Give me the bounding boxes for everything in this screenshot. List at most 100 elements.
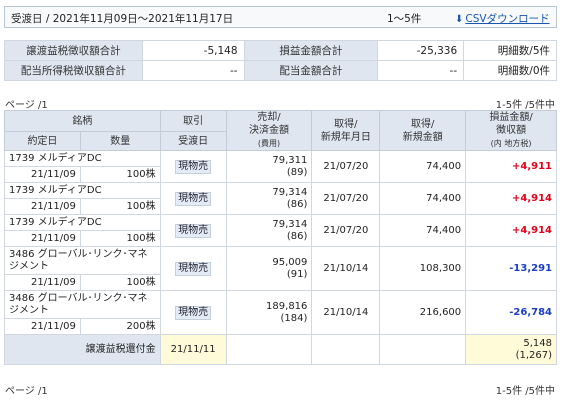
acq-date: 21/10/14 <box>311 290 381 335</box>
period-header: 受渡日 / 2021年11月09日～2021年11月17日 1～5件 ⬇ CSVダ… <box>4 6 557 28</box>
header-row: 銘柄 取引 売却/ 決済金額 (費用) 取得/ 新規年月日 取得/ 新規金額 損益… <box>4 109 557 151</box>
summary-table: 譲渡益税徴収額合計 -5,148 損益金額合計 -25,336 明細数/5件 配… <box>4 40 557 81</box>
col-settle-date[interactable]: 受渡日 <box>159 131 227 151</box>
trade-type: 現物売 <box>159 150 227 183</box>
acq-date: 21/07/20 <box>311 150 381 183</box>
trade-badge: 現物売 <box>175 159 212 174</box>
quantity: 100株 <box>79 274 161 291</box>
pl-amount: -26,784 <box>465 290 557 335</box>
trade-badge: 現物売 <box>175 305 212 320</box>
col-acq-date[interactable]: 取得/ 新規年月日 <box>311 110 381 151</box>
record-count-top: 1-5件 /5件中 <box>495 100 555 111</box>
pl-amount: +4,914 <box>465 214 557 247</box>
sale-cost: (89) <box>286 166 308 178</box>
trade-badge: 現物売 <box>175 223 212 238</box>
table-row: 1739 メルディアDC 現物売 79,311 (89) 21/07/20 74,… <box>4 150 557 183</box>
sale-amount: 95,009 (91) <box>225 246 313 291</box>
col-quantity[interactable]: 数量 <box>79 131 161 151</box>
pl-total-label: 損益金額合計 <box>243 40 379 61</box>
col-sale-amount-note: (費用) <box>257 139 281 148</box>
acq-amount: 108,300 <box>379 246 467 291</box>
detail-count: 明細数/0件 <box>463 60 557 81</box>
sale-amount: 189,816 (184) <box>225 290 313 335</box>
record-count-bottom: 1-5件 /5件中 <box>495 386 555 397</box>
acq-date: 21/07/20 <box>311 182 381 215</box>
pl-amount: -13,291 <box>465 246 557 291</box>
refund-date: 21/11/11 <box>159 334 227 365</box>
col-trade[interactable]: 取引 <box>159 109 227 133</box>
col-pl-note: (内 地方税) <box>490 139 532 148</box>
sale-value: 189,816 <box>266 300 308 312</box>
transactions-table: 銘柄 取引 売却/ 決済金額 (費用) 取得/ 新規年月日 取得/ 新規金額 損益… <box>4 109 557 365</box>
trade-badge: 現物売 <box>175 191 212 206</box>
acq-amount: 74,400 <box>379 182 467 215</box>
refund-amount: 5,148 (1,267) <box>465 334 557 365</box>
summary-row: 配当所得税徴収額合計 -- 配当金額合計 -- 明細数/0件 <box>4 60 557 81</box>
quantity: 100株 <box>79 166 161 183</box>
issue-name[interactable]: 1739 メルディアDC <box>4 150 161 167</box>
dividend-total-value: -- <box>377 60 465 81</box>
sale-amount: 79,314 (86) <box>225 214 313 247</box>
dividend-total-label: 配当金額合計 <box>243 60 379 81</box>
trade-type: 現物売 <box>159 182 227 215</box>
download-arrow-icon: ⬇ <box>455 14 464 25</box>
contract-date: 21/11/09 <box>4 274 81 291</box>
table-row: 3486 グローバル･リンク･マネ ジメント 現物売 95,009 (91) 21… <box>4 246 557 291</box>
contract-date: 21/11/09 <box>4 166 81 183</box>
sale-value: 79,311 <box>272 154 308 166</box>
quantity: 100株 <box>79 230 161 247</box>
empty-cell <box>311 334 381 365</box>
transfer-tax-total-value: -5,148 <box>141 40 245 61</box>
refund-row: 譲渡益税還付金 21/11/11 5,148 (1,267) <box>4 334 557 365</box>
acq-amount: 74,400 <box>379 214 467 247</box>
refund-value: 5,148 <box>523 337 552 349</box>
pl-amount: +4,911 <box>465 150 557 183</box>
dividend-tax-total-value: -- <box>141 60 245 81</box>
sale-amount: 79,314 (86) <box>225 182 313 215</box>
col-sale-amount-label: 売却/ 決済金額 <box>248 112 289 136</box>
period-label: 受渡日 / 2021年11月09日～2021年11月17日 <box>11 13 234 25</box>
trade-type: 現物売 <box>159 246 227 291</box>
empty-cell <box>379 334 467 365</box>
trade-type: 現物売 <box>159 290 227 335</box>
trade-badge: 現物売 <box>175 261 212 276</box>
sale-value: 79,314 <box>272 186 308 198</box>
sale-cost: (184) <box>280 312 308 324</box>
refund-label: 譲渡益税還付金 <box>4 334 161 365</box>
quantity: 200株 <box>79 318 161 335</box>
issue-name[interactable]: 1739 メルディアDC <box>4 214 161 231</box>
issue-name[interactable]: 3486 グローバル･リンク･マネ ジメント <box>4 246 161 275</box>
sale-cost: (91) <box>286 268 308 280</box>
col-contract-date[interactable]: 約定日 <box>4 131 81 151</box>
sale-amount: 79,311 (89) <box>225 150 313 183</box>
table-row: 3486 グローバル･リンク･マネ ジメント 現物売 189,816 (184) … <box>4 290 557 335</box>
page-indicator-top: ページ /1 <box>5 100 48 111</box>
empty-cell <box>225 334 313 365</box>
col-pl[interactable]: 損益金額/ 徴収額 (内 地方税) <box>465 110 557 151</box>
acq-date: 21/10/14 <box>311 246 381 291</box>
sale-value: 79,314 <box>272 218 308 230</box>
table-row: 1739 メルディアDC 現物売 79,314 (86) 21/07/20 74,… <box>4 182 557 215</box>
acq-amount: 216,600 <box>379 290 467 335</box>
csv-download-label: CSVダウンロード <box>465 13 550 25</box>
contract-date: 21/11/09 <box>4 198 81 215</box>
issue-name[interactable]: 1739 メルディアDC <box>4 182 161 199</box>
pl-total-value: -25,336 <box>377 40 465 61</box>
refund-local: (1,267) <box>515 349 552 361</box>
col-pl-label: 損益金額/ 徴収額 <box>489 112 533 136</box>
issue-name[interactable]: 3486 グローバル･リンク･マネ ジメント <box>4 290 161 319</box>
contract-date: 21/11/09 <box>4 230 81 247</box>
sale-cost: (86) <box>286 230 308 242</box>
col-sale-amount[interactable]: 売却/ 決済金額 (費用) <box>225 110 313 151</box>
result-range: 1～5件 <box>387 13 422 25</box>
transfer-tax-total-label: 譲渡益税徴収額合計 <box>4 40 143 61</box>
dividend-tax-total-label: 配当所得税徴収額合計 <box>4 60 143 81</box>
quantity: 100株 <box>79 198 161 215</box>
sale-value: 95,009 <box>272 256 308 268</box>
page-indicator-bottom: ページ /1 <box>5 386 48 397</box>
col-issue[interactable]: 銘柄 <box>4 109 161 133</box>
sale-cost: (86) <box>286 198 308 210</box>
col-acq-amount[interactable]: 取得/ 新規金額 <box>379 110 467 151</box>
csv-download-link[interactable]: ⬇ CSVダウンロード <box>455 11 550 26</box>
trade-type: 現物売 <box>159 214 227 247</box>
